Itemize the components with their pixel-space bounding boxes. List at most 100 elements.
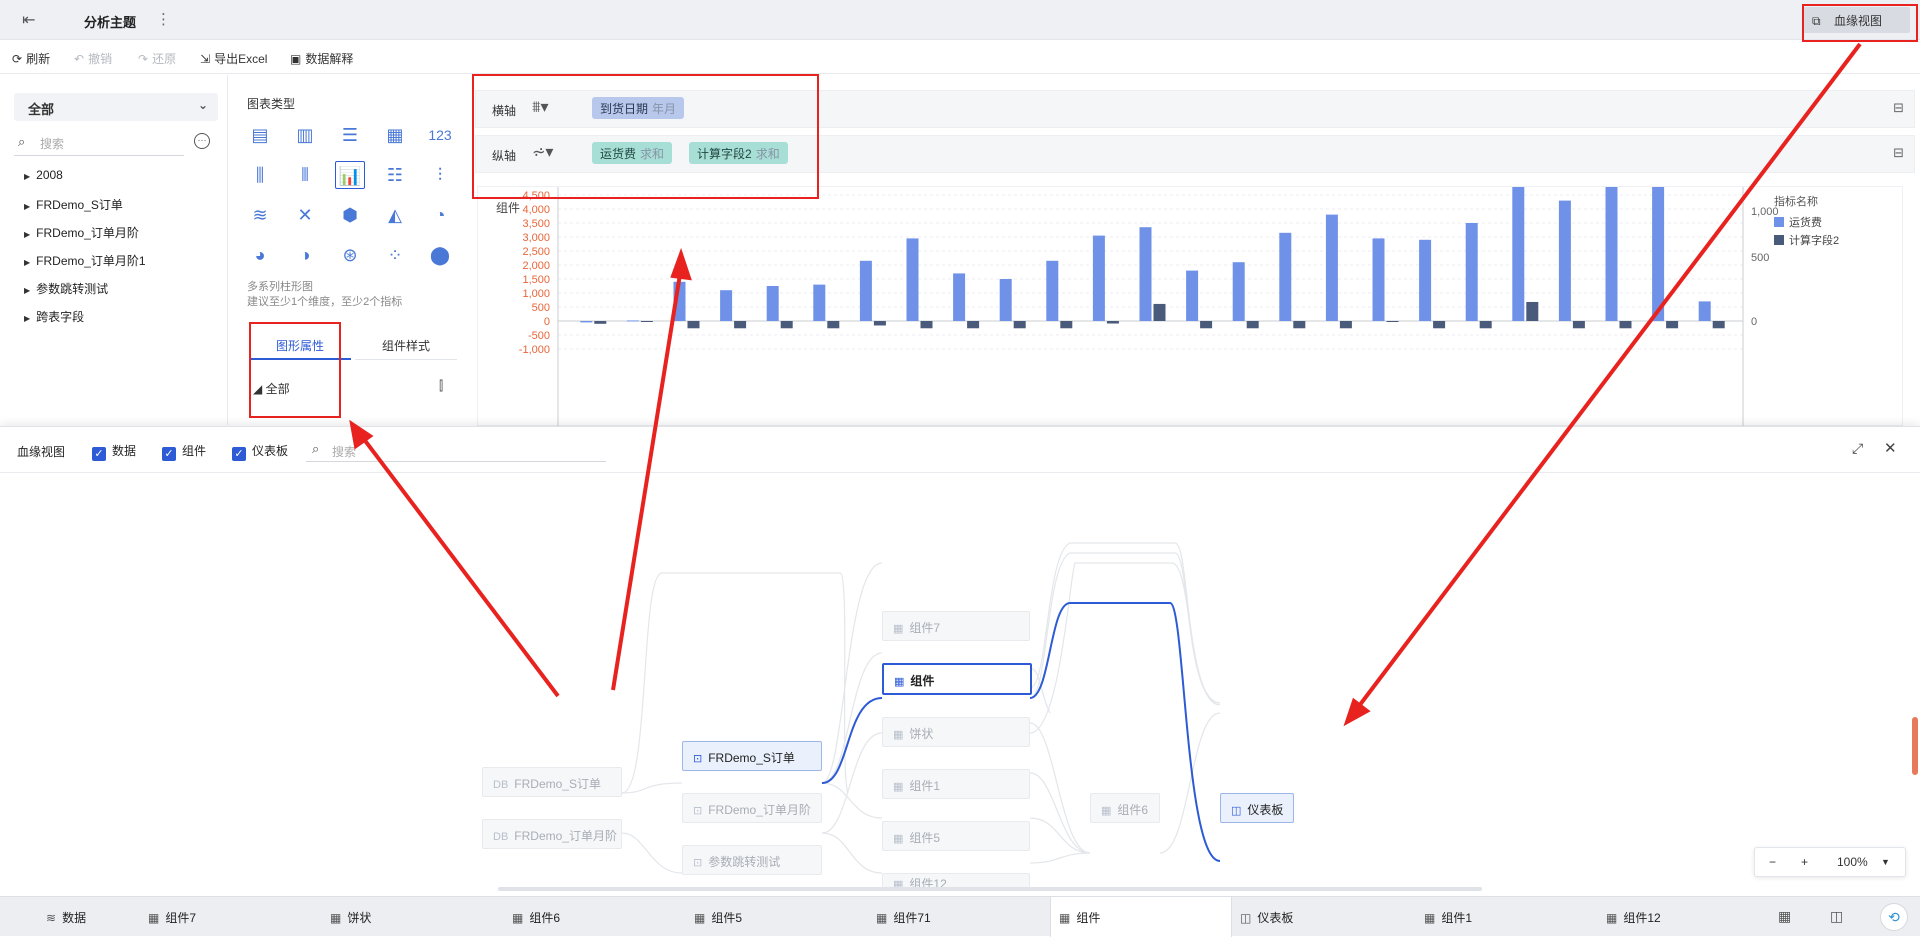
add-dashboard-icon[interactable]: ◫ xyxy=(1830,908,1843,925)
lineage-search-input[interactable]: 搜索 xyxy=(306,440,606,462)
scope-select[interactable]: 全部 ⌄ xyxy=(14,93,218,121)
horizontal-scrollbar[interactable] xyxy=(498,887,1482,891)
detail-table-icon[interactable]: ☰ xyxy=(335,121,365,149)
lock-icon[interactable]: ⊟ xyxy=(1893,100,1904,116)
data-explain-button[interactable]: ▣ 数据解释 xyxy=(290,50,353,67)
tab-component[interactable]: ▦ 组件12 xyxy=(1606,897,1746,937)
tree-search-input[interactable]: 搜索 xyxy=(14,130,184,156)
tab-component[interactable]: ▦ 组件6 xyxy=(512,897,692,937)
lineage-node-db[interactable]: DB FRDemo_S订单 xyxy=(482,767,622,797)
line-chart-icon[interactable]: ≋ xyxy=(245,201,275,229)
lineage-node-dataset[interactable]: ⊡ FRDemo_订单月阶 xyxy=(682,793,822,823)
more-menu-icon[interactable]: ⋮ xyxy=(156,10,171,28)
tab-component-selected[interactable]: ▦ 组件 xyxy=(1050,897,1232,937)
map-icon[interactable]: ⊛ xyxy=(335,241,365,269)
expand-icon[interactable]: ⤢ xyxy=(1852,440,1863,457)
vertical-scrollbar[interactable] xyxy=(1912,717,1918,775)
exit-icon[interactable]: ⇤ xyxy=(22,10,44,30)
assistant-icon[interactable]: ⟲ xyxy=(1880,903,1908,931)
lineage-node-dashboard[interactable]: ◫ 仪表板 xyxy=(1220,793,1294,823)
grouped-bar-icon[interactable]: ⫴ xyxy=(290,161,320,189)
export-excel-button[interactable]: ⇲ 导出Excel xyxy=(200,50,267,67)
dashboard-icon: ◫ xyxy=(1231,805,1242,817)
tab-component[interactable]: ▦ 组件1 xyxy=(1424,897,1604,937)
bar xyxy=(967,321,980,329)
tab-component[interactable]: ▦ 饼状 xyxy=(330,897,510,937)
tree-item-label: 2008 xyxy=(36,168,63,182)
legend-label: 计算字段2 xyxy=(1789,233,1839,247)
gauge-icon[interactable]: ◔ xyxy=(425,201,455,229)
bar xyxy=(673,281,686,321)
table-icon[interactable]: ▤ xyxy=(245,121,275,149)
node-label: 组件1 xyxy=(909,779,941,793)
filter-data-checkbox[interactable]: ✓ 数据 xyxy=(92,442,136,461)
tree-item[interactable]: ▶ FRDemo_S订单 xyxy=(24,196,123,213)
bubble-icon[interactable]: ⬤ xyxy=(425,241,455,269)
lineage-node-component[interactable]: ▦ 组件7 xyxy=(882,611,1030,641)
bar-shape-icon[interactable]: ⫿ xyxy=(439,378,443,394)
lock-icon[interactable]: ⊟ xyxy=(1893,145,1904,161)
cross-table-icon[interactable]: ▥ xyxy=(290,121,320,149)
caret-down-icon[interactable]: ▼ xyxy=(1881,857,1890,867)
redo-label: 还原 xyxy=(152,52,177,66)
horizontal-bar-icon[interactable]: ☷ xyxy=(380,161,410,189)
bar xyxy=(920,321,933,329)
tree-item[interactable]: ▶ FRDemo_订单月阶1 xyxy=(24,252,146,269)
chart-icon: ▦ xyxy=(1101,805,1112,817)
filter-component-checkbox[interactable]: ✓ 组件 xyxy=(162,442,206,461)
scatter-icon[interactable]: ⁘ xyxy=(380,241,410,269)
lineage-node-component[interactable]: ▦ 组件1 xyxy=(882,769,1030,799)
lineage-node-component[interactable]: ▦ 组件6 xyxy=(1090,793,1160,823)
redo-button[interactable]: ↷ 还原 xyxy=(138,50,176,67)
lineage-node-dataset[interactable]: ⊡ FRDemo_S订单 xyxy=(682,741,822,771)
add-component-icon[interactable]: ▦ xyxy=(1778,908,1791,925)
bar xyxy=(1698,301,1711,321)
chevron-down-icon: ⌄ xyxy=(197,98,208,112)
card-icon[interactable]: ▦ xyxy=(380,121,410,149)
bar xyxy=(580,321,593,323)
node-label: 组件 xyxy=(910,674,935,688)
tab-component[interactable]: ▦ 组件5 xyxy=(694,897,874,937)
tree-item[interactable]: ▶ 参数跳转测试 xyxy=(24,280,108,297)
zoom-level[interactable]: 100% xyxy=(1837,855,1868,869)
tree-item-label: 参数跳转测试 xyxy=(36,282,109,296)
tab-label: 组件12 xyxy=(1623,911,1661,925)
tab-component-style[interactable]: 组件样式 xyxy=(355,330,457,360)
kpi-number-icon[interactable]: 123 xyxy=(425,121,455,149)
area-chart-icon[interactable]: ◭ xyxy=(380,201,410,229)
multi-series-bar-icon[interactable]: 📊 xyxy=(335,161,365,189)
tab-component[interactable]: ▦ 组件7 xyxy=(148,897,328,937)
filter-dashboard-checkbox[interactable]: ✓ 仪表板 xyxy=(232,442,288,461)
caret-right-icon: ▶ xyxy=(24,286,31,295)
lineage-node-dataset[interactable]: ⊡ 参数跳转测试 xyxy=(682,845,822,875)
refresh-button[interactable]: ⟳ 刷新 xyxy=(12,50,50,67)
chart-icon: ▦ xyxy=(512,911,524,925)
lineage-node-component[interactable]: ▦ 组件5 xyxy=(882,821,1030,851)
tree-item[interactable]: ▶ 跨表字段 xyxy=(24,308,84,325)
bar xyxy=(1153,303,1166,321)
bar xyxy=(1060,321,1073,329)
lineage-node-component[interactable]: ▦ 饼状 xyxy=(882,717,1030,747)
close-icon[interactable]: ✕ xyxy=(1884,439,1897,457)
lineage-node-db[interactable]: DB FRDemo_订单月阶 xyxy=(482,819,622,849)
polygon-icon[interactable]: ⬢ xyxy=(335,201,365,229)
radar-icon[interactable]: ✕ xyxy=(290,201,320,229)
node-label: FRDemo_S订单 xyxy=(514,777,601,791)
stacked-bar-icon[interactable]: ⫼ xyxy=(245,161,275,189)
pie-chart-icon[interactable]: ◕ xyxy=(245,241,275,269)
undo-button[interactable]: ↶ 撤销 xyxy=(74,50,112,67)
zoom-in-icon[interactable]: + xyxy=(1801,855,1808,869)
zoom-out-icon[interactable]: − xyxy=(1769,855,1776,869)
filter-label: 数据 xyxy=(112,444,137,458)
tree-item[interactable]: ▶ FRDemo_订单月阶 xyxy=(24,224,139,241)
rose-chart-icon[interactable]: ◑ xyxy=(290,241,320,269)
bar xyxy=(626,320,639,322)
chart-icon: ▦ xyxy=(893,729,904,741)
tab-component[interactable]: ▦ 组件71 xyxy=(876,897,1056,937)
bar xyxy=(1433,321,1446,329)
lineage-node-component-selected[interactable]: ▦ 组件 xyxy=(882,663,1032,695)
waterfall-icon[interactable]: ⫶ xyxy=(425,161,455,189)
tree-item[interactable]: ▶ 2008 xyxy=(24,168,63,182)
more-options-icon[interactable]: ··· xyxy=(194,133,210,149)
tab-dashboard[interactable]: ◫ 仪表板 xyxy=(1240,897,1420,937)
